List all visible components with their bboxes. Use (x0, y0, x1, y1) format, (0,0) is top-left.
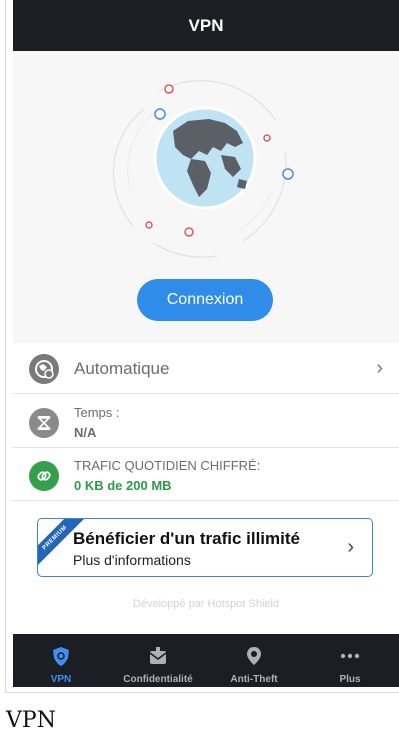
tab-privacy[interactable]: Confidentialité (109, 634, 207, 687)
premium-subtitle: Plus d'informations (73, 552, 191, 568)
orbit-dot (164, 84, 174, 94)
chevron-right-icon: › (347, 536, 354, 558)
orbit-arc (152, 242, 219, 258)
premium-upsell-card[interactable]: PREMIUM Bénéficier d'un trafic illimité … (37, 518, 373, 577)
tab-anti-theft[interactable]: Anti-Theft (207, 634, 301, 687)
location-label: Automatique (74, 359, 170, 378)
orbit-dot (263, 134, 271, 142)
time-value: N/A (74, 425, 97, 440)
traffic-label: TRAFIC QUOTIDIEN CHIFFRÉ: (74, 458, 261, 473)
orbit-arc (112, 108, 145, 227)
title-bar: VPN (13, 0, 399, 51)
location-pin-icon (243, 645, 265, 667)
orbit-arc (237, 190, 272, 232)
bottom-tab-bar: VPN Confidentialité Anti-Theft Plus (13, 634, 399, 687)
tab-label: Plus (339, 674, 361, 685)
orbit-dot (145, 221, 153, 229)
chevron-right-icon: › (376, 357, 383, 379)
time-label: Temps : (74, 405, 120, 420)
globe-illustration (112, 80, 294, 258)
app-frame: VPN Connexion Automatique › Temps: N/A … (0, 0, 399, 739)
connect-button[interactable]: Connexion (137, 279, 273, 321)
tab-label: Anti-Theft (230, 674, 278, 685)
session-time: Temps : N/A (13, 395, 399, 448)
location-selector[interactable]: Automatique › (13, 343, 399, 394)
hourglass-icon (29, 408, 59, 438)
shield-icon (50, 645, 72, 667)
orbit-dot (154, 108, 166, 120)
powered-by-text: Développé par Hotspot Shield (132, 598, 280, 610)
orbit-dot (184, 227, 194, 237)
screen-caption: VPN (6, 708, 56, 733)
page-title: VPN (188, 16, 224, 35)
privacy-envelope-icon (147, 645, 169, 667)
more-dots-icon (339, 645, 361, 667)
globe-pin-icon (29, 354, 59, 384)
tab-label: Confidentialité (123, 674, 193, 685)
daily-traffic: TRAFIC QUOTIDIEN CHIFFRÉ: 0 KB de 200 MB (13, 449, 399, 501)
link-icon (29, 461, 59, 491)
frame-edge (5, 0, 6, 692)
tab-label: VPN (50, 674, 72, 685)
traffic-value: 0 KB de 200 MB (74, 478, 172, 493)
tab-more[interactable]: Plus (301, 634, 399, 687)
orbit-dot (282, 168, 294, 180)
premium-title: Bénéficier d'un trafic illimité (73, 529, 300, 548)
tab-vpn[interactable]: VPN (13, 634, 109, 687)
divider (5, 692, 399, 693)
